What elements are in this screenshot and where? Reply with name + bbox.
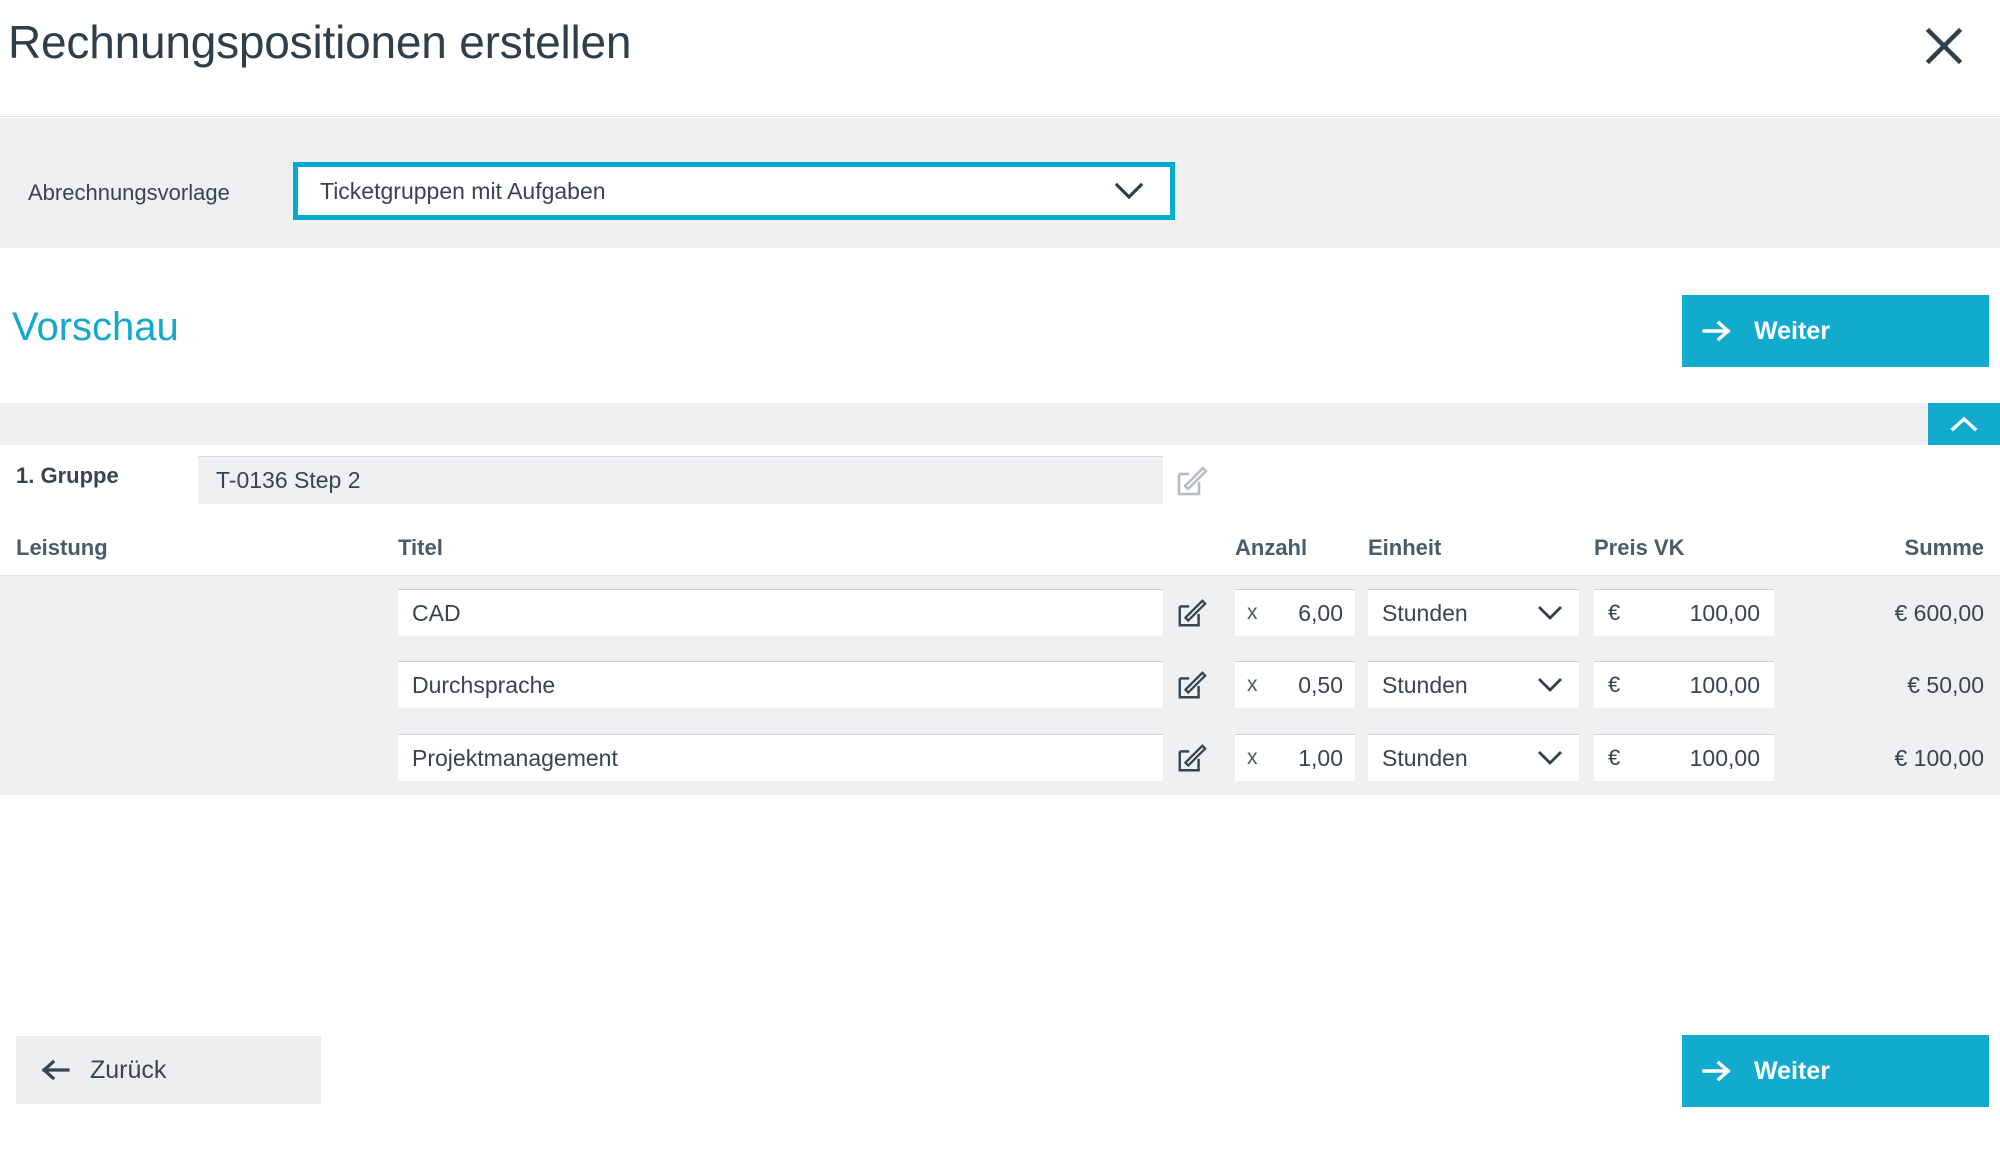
abrechnungsvorlage-select[interactable]: Ticketgruppen mit Aufgaben [293, 162, 1175, 220]
anzahl-value: 0,50 [1298, 671, 1343, 698]
template-label: Abrechnungsvorlage [28, 180, 230, 205]
titel-value: Durchsprache [412, 671, 556, 698]
einheit-select[interactable]: Stunden [1368, 589, 1579, 636]
titel-input[interactable]: Projektmanagement [398, 734, 1163, 781]
weiter-button-top[interactable]: Weiter [1682, 295, 1989, 367]
titel-input[interactable]: CAD [398, 589, 1163, 636]
preis-value: 100,00 [1689, 671, 1760, 698]
chevron-down-icon [1537, 750, 1563, 766]
preis-value: 100,00 [1689, 599, 1760, 626]
column-header-preis-vk: Preis VK [1594, 535, 1685, 560]
arrow-left-icon [40, 1059, 70, 1081]
summe-value: € 600,00 [1894, 600, 1984, 626]
chevron-down-icon [1114, 181, 1144, 201]
edit-pencil-icon[interactable] [1176, 669, 1208, 706]
zurueck-button-label: Zurück [90, 1055, 167, 1084]
chevron-down-icon [1537, 677, 1563, 693]
preis-currency: € [1608, 745, 1621, 770]
column-header-summe: Summe [1904, 535, 1984, 560]
anzahl-prefix: x [1247, 746, 1258, 769]
preview-heading: Vorschau [12, 305, 179, 349]
anzahl-prefix: x [1247, 673, 1258, 696]
page-title: Rechnungspositionen erstellen [8, 16, 632, 68]
titel-value: CAD [412, 599, 461, 626]
select-value: Ticketgruppen mit Aufgaben [320, 177, 606, 204]
group-name-value: T-0136 Step 2 [216, 467, 361, 493]
column-header-anzahl: Anzahl [1235, 535, 1308, 560]
column-header-leistung: Leistung [16, 535, 108, 560]
titel-input[interactable]: Durchsprache [398, 661, 1163, 708]
collapse-bar [0, 403, 2000, 445]
weiter-button-bottom[interactable]: Weiter [1682, 1035, 1989, 1107]
arrow-right-icon [1702, 1060, 1732, 1082]
einheit-value: Stunden [1382, 671, 1468, 698]
einheit-select[interactable]: Stunden [1368, 661, 1579, 708]
table-row: Projektmanagement x 1,00 Stunden € 100,0… [0, 721, 2000, 793]
chevron-down-icon [1537, 605, 1563, 621]
summe-value: € 100,00 [1894, 745, 1984, 771]
anzahl-value: 1,00 [1298, 744, 1343, 771]
preis-currency: € [1608, 600, 1621, 625]
anzahl-value: 6,00 [1298, 599, 1343, 626]
arrow-right-icon [1702, 320, 1732, 342]
table-row: CAD x 6,00 Stunden € 100,00 € 600,00 [0, 576, 2000, 648]
anzahl-input[interactable]: x 0,50 [1235, 661, 1355, 708]
preis-vk-input[interactable]: € 100,00 [1594, 589, 1774, 636]
column-header-titel: Titel [398, 535, 443, 560]
anzahl-prefix: x [1247, 601, 1258, 624]
anzahl-input[interactable]: x 1,00 [1235, 734, 1355, 781]
edit-pencil-icon[interactable] [1175, 464, 1209, 503]
preis-vk-input[interactable]: € 100,00 [1594, 734, 1774, 781]
dialog-header: Rechnungspositionen erstellen [0, 0, 2000, 117]
einheit-value: Stunden [1382, 599, 1468, 626]
group-name-input[interactable]: T-0136 Step 2 [198, 456, 1163, 504]
chevron-up-icon[interactable] [1928, 403, 2000, 445]
edit-pencil-icon[interactable] [1176, 742, 1208, 779]
invoice-positions-dialog: Rechnungspositionen erstellen Abrechnung… [0, 0, 2000, 1156]
table-header: Leistung Titel Anzahl Einheit Preis VK S… [0, 535, 2000, 575]
preis-currency: € [1608, 672, 1621, 697]
preis-vk-input[interactable]: € 100,00 [1594, 661, 1774, 708]
table-body: CAD x 6,00 Stunden € 100,00 € 600,00 Dur… [0, 575, 2000, 795]
edit-pencil-icon[interactable] [1176, 597, 1208, 634]
zurueck-button[interactable]: Zurück [16, 1036, 321, 1104]
anzahl-input[interactable]: x 6,00 [1235, 589, 1355, 636]
summe-value: € 50,00 [1907, 672, 1984, 698]
select-box[interactable]: Ticketgruppen mit Aufgaben [298, 167, 1170, 215]
einheit-select[interactable]: Stunden [1368, 734, 1579, 781]
close-icon[interactable] [1916, 18, 1972, 74]
preis-value: 100,00 [1689, 744, 1760, 771]
group-label: 1. Gruppe [16, 463, 119, 488]
column-header-einheit: Einheit [1368, 535, 1442, 560]
weiter-button-label: Weiter [1754, 1056, 1830, 1085]
table-row: Durchsprache x 0,50 Stunden € 100,00 € 5… [0, 648, 2000, 720]
titel-value: Projektmanagement [412, 744, 618, 771]
einheit-value: Stunden [1382, 744, 1468, 771]
weiter-button-label: Weiter [1754, 316, 1830, 345]
